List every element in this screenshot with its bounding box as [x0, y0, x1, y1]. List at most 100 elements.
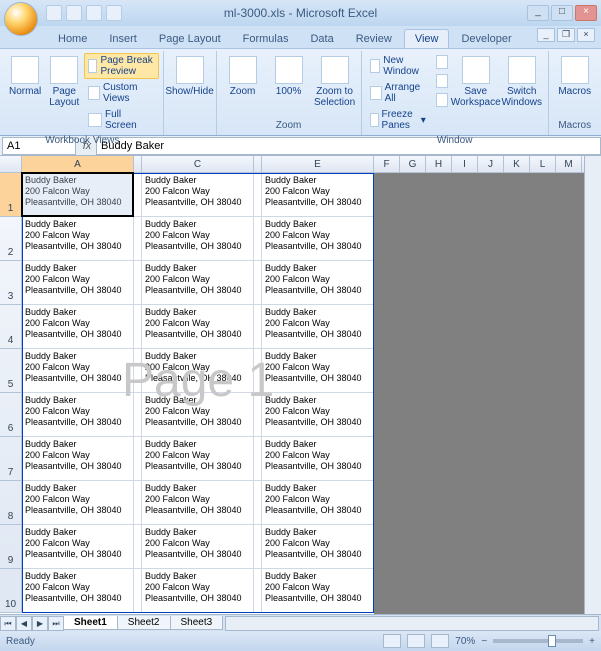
- tab-nav-prev[interactable]: ◀: [16, 616, 32, 631]
- row-10[interactable]: 10: [0, 569, 22, 613]
- wb-restore-button[interactable]: ❐: [557, 28, 575, 42]
- cell-C3[interactable]: Buddy Baker200 Falcon WayPleasantville, …: [142, 261, 254, 305]
- col-M[interactable]: M: [556, 156, 582, 172]
- cell-D3[interactable]: [254, 261, 262, 305]
- select-all-corner[interactable]: [0, 156, 22, 172]
- split-button[interactable]: [432, 53, 452, 71]
- cell-C5[interactable]: Buddy Baker200 Falcon WayPleasantville, …: [142, 349, 254, 393]
- cell-E1[interactable]: Buddy Baker200 Falcon WayPleasantville, …: [262, 173, 374, 217]
- view-break-icon[interactable]: [431, 634, 449, 648]
- wb-minimize-button[interactable]: _: [537, 28, 555, 42]
- cell-A7[interactable]: Buddy Baker200 Falcon WayPleasantville, …: [22, 437, 134, 481]
- zoom-percent[interactable]: 70%: [455, 636, 475, 647]
- tab-data[interactable]: Data: [300, 30, 343, 48]
- col-I[interactable]: I: [452, 156, 478, 172]
- cell-B10[interactable]: [134, 569, 142, 613]
- zoom-out-button[interactable]: −: [481, 636, 487, 647]
- switch-windows-button[interactable]: Switch Windows: [500, 53, 544, 133]
- cell-D10[interactable]: [254, 569, 262, 613]
- row-8[interactable]: 8: [0, 481, 22, 525]
- tab-insert[interactable]: Insert: [99, 30, 147, 48]
- col-H[interactable]: H: [426, 156, 452, 172]
- horizontal-scrollbar[interactable]: [225, 616, 599, 631]
- cell-D6[interactable]: [254, 393, 262, 437]
- cells[interactable]: Page 1 Buddy Baker200 Falcon WayPleasant…: [22, 173, 374, 613]
- tab-nav-next[interactable]: ▶: [32, 616, 48, 631]
- cell-E2[interactable]: Buddy Baker200 Falcon WayPleasantville, …: [262, 217, 374, 261]
- col-B[interactable]: [134, 156, 142, 172]
- row-3[interactable]: 3: [0, 261, 22, 305]
- cell-D1[interactable]: [254, 173, 262, 217]
- normal-view-button[interactable]: Normal: [6, 53, 44, 133]
- sheet-tab-2[interactable]: Sheet2: [117, 616, 171, 630]
- save-workspace-button[interactable]: Save Workspace: [454, 53, 498, 133]
- cell-C1[interactable]: Buddy Baker200 Falcon WayPleasantville, …: [142, 173, 254, 217]
- row-6[interactable]: 6: [0, 393, 22, 437]
- cell-B7[interactable]: [134, 437, 142, 481]
- cell-E7[interactable]: Buddy Baker200 Falcon WayPleasantville, …: [262, 437, 374, 481]
- row-2[interactable]: 2: [0, 217, 22, 261]
- cell-E8[interactable]: Buddy Baker200 Falcon WayPleasantville, …: [262, 481, 374, 525]
- hide-button[interactable]: [432, 72, 452, 90]
- cell-A8[interactable]: Buddy Baker200 Falcon WayPleasantville, …: [22, 481, 134, 525]
- cell-C4[interactable]: Buddy Baker200 Falcon WayPleasantville, …: [142, 305, 254, 349]
- tab-developer[interactable]: Developer: [451, 30, 521, 48]
- col-D[interactable]: [254, 156, 262, 172]
- sheet-tab-3[interactable]: Sheet3: [170, 616, 224, 630]
- row-7[interactable]: 7: [0, 437, 22, 481]
- row-1[interactable]: 1: [0, 173, 22, 217]
- cell-D4[interactable]: [254, 305, 262, 349]
- col-E[interactable]: E: [262, 156, 374, 172]
- save-icon[interactable]: [46, 5, 62, 21]
- office-button[interactable]: [4, 2, 38, 36]
- cell-A4[interactable]: Buddy Baker200 Falcon WayPleasantville, …: [22, 305, 134, 349]
- cell-C6[interactable]: Buddy Baker200 Falcon WayPleasantville, …: [142, 393, 254, 437]
- col-L[interactable]: L: [530, 156, 556, 172]
- tab-formulas[interactable]: Formulas: [233, 30, 299, 48]
- view-layout-icon[interactable]: [407, 634, 425, 648]
- undo-icon[interactable]: [66, 5, 82, 21]
- cell-A10[interactable]: Buddy Baker200 Falcon WayPleasantville, …: [22, 569, 134, 613]
- unhide-button[interactable]: [432, 91, 452, 109]
- new-window-button[interactable]: New Window: [366, 53, 430, 79]
- cell-A1[interactable]: Buddy Baker200 Falcon WayPleasantville, …: [22, 173, 134, 217]
- cell-E4[interactable]: Buddy Baker200 Falcon WayPleasantville, …: [262, 305, 374, 349]
- cell-C2[interactable]: Buddy Baker200 Falcon WayPleasantville, …: [142, 217, 254, 261]
- sheet-tab-1[interactable]: Sheet1: [63, 616, 118, 630]
- zoom-selection-button[interactable]: Zoom to Selection: [313, 53, 357, 118]
- cell-B2[interactable]: [134, 217, 142, 261]
- cell-D5[interactable]: [254, 349, 262, 393]
- tab-nav-first[interactable]: ⏮: [0, 616, 16, 631]
- cell-C10[interactable]: Buddy Baker200 Falcon WayPleasantville, …: [142, 569, 254, 613]
- cell-A5[interactable]: Buddy Baker200 Falcon WayPleasantville, …: [22, 349, 134, 393]
- cell-B9[interactable]: [134, 525, 142, 569]
- cell-D2[interactable]: [254, 217, 262, 261]
- col-F[interactable]: F: [374, 156, 400, 172]
- cell-B5[interactable]: [134, 349, 142, 393]
- cell-E10[interactable]: Buddy Baker200 Falcon WayPleasantville, …: [262, 569, 374, 613]
- arrange-all-button[interactable]: Arrange All: [366, 80, 430, 106]
- zoom-slider[interactable]: [493, 639, 583, 643]
- cell-D9[interactable]: [254, 525, 262, 569]
- row-9[interactable]: 9: [0, 525, 22, 569]
- cell-E9[interactable]: Buddy Baker200 Falcon WayPleasantville, …: [262, 525, 374, 569]
- tab-nav-last[interactable]: ⏭: [48, 616, 64, 631]
- tab-review[interactable]: Review: [346, 30, 402, 48]
- cell-B8[interactable]: [134, 481, 142, 525]
- view-normal-icon[interactable]: [383, 634, 401, 648]
- redo-icon[interactable]: [86, 5, 102, 21]
- col-J[interactable]: J: [478, 156, 504, 172]
- zoom-100-button[interactable]: 100%: [267, 53, 311, 118]
- maximize-button[interactable]: □: [551, 5, 573, 21]
- vertical-scrollbar[interactable]: [584, 156, 601, 614]
- cell-C9[interactable]: Buddy Baker200 Falcon WayPleasantville, …: [142, 525, 254, 569]
- cell-D7[interactable]: [254, 437, 262, 481]
- col-G[interactable]: G: [400, 156, 426, 172]
- macros-button[interactable]: Macros: [553, 53, 597, 118]
- tab-page-layout[interactable]: Page Layout: [149, 30, 231, 48]
- cell-E6[interactable]: Buddy Baker200 Falcon WayPleasantville, …: [262, 393, 374, 437]
- cell-A2[interactable]: Buddy Baker200 Falcon WayPleasantville, …: [22, 217, 134, 261]
- cell-D8[interactable]: [254, 481, 262, 525]
- zoom-in-button[interactable]: +: [589, 636, 595, 647]
- freeze-panes-button[interactable]: Freeze Panes▾: [366, 107, 430, 133]
